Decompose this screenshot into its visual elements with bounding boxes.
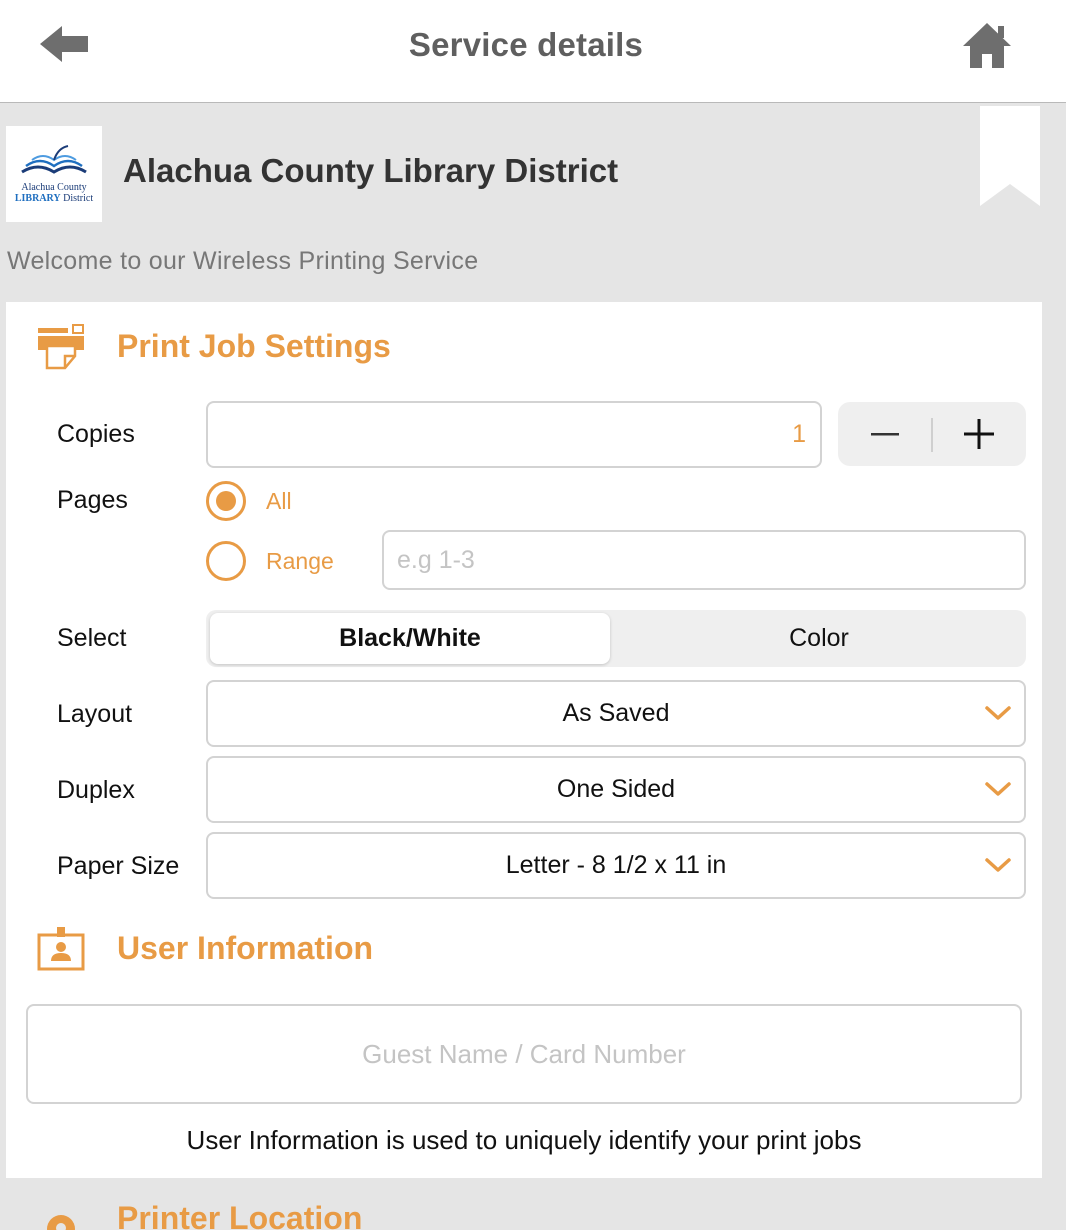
duplex-label: Duplex [57,776,135,804]
layout-select[interactable]: As Saved [206,680,1026,747]
increment-button[interactable] [933,402,1026,466]
bookmark-button[interactable] [980,106,1040,206]
color-option[interactable]: Color [616,613,1022,664]
layout-value: As Saved [562,699,670,727]
guest-name-card-input[interactable]: Guest Name / Card Number [26,1004,1022,1104]
print-settings-title: Print Job Settings [117,328,391,364]
printer-icon [38,324,84,370]
user-info-title: User Information [117,930,374,966]
id-badge-icon [37,927,85,971]
duplex-value: One Sided [556,775,676,803]
color-mode-segmented-control: Black/White Color [206,610,1026,667]
bookmark-icon [980,106,1040,206]
chevron-down-icon [985,706,1011,720]
plus-icon [964,419,994,449]
chevron-down-icon [985,782,1011,796]
home-button[interactable] [960,20,1014,70]
select-label: Select [57,624,127,652]
open-book-logo-icon [21,145,87,174]
layout-label: Layout [57,700,133,728]
paper-size-select[interactable]: Letter - 8 1/2 x 11 in [206,832,1026,899]
paper-size-label: Paper Size [57,852,180,880]
library-name: Alachua County Library District [123,152,619,189]
pages-range-label[interactable]: Range [266,548,334,575]
top-nav-bar: Service details [0,0,1066,103]
pages-label: Pages [57,486,128,514]
home-icon [963,23,1011,68]
welcome-message: Welcome to our Wireless Printing Service [7,247,479,275]
library-logo: Alachua County LIBRARY District [6,126,102,222]
pages-all-radio[interactable] [206,481,246,521]
decrement-button[interactable] [838,402,931,466]
printer-location-title: Printer Location [117,1200,363,1230]
logo-text-district: District [63,193,94,204]
logo-text-library: LIBRARY [14,193,61,204]
user-info-note: User Information is used to uniquely ide… [186,1125,862,1155]
copies-stepper [838,402,1026,466]
pages-all-label[interactable]: All [266,488,292,515]
logo-text-line1: Alachua County [21,182,87,193]
chevron-down-icon [985,858,1011,872]
logo-text-line2: LIBRARY District [15,193,93,204]
black-white-option[interactable]: Black/White [210,613,610,664]
page-range-input[interactable]: e.g 1-3 [382,530,1026,590]
page-title: Service details [408,26,644,63]
copies-label: Copies [57,420,135,448]
pages-range-radio[interactable] [206,541,246,581]
duplex-select[interactable]: One Sided [206,756,1026,823]
location-pin-icon [47,1215,75,1230]
copies-input[interactable]: 1 [206,401,822,468]
minus-icon [871,433,899,436]
paper-size-value: Letter - 8 1/2 x 11 in [505,851,727,879]
